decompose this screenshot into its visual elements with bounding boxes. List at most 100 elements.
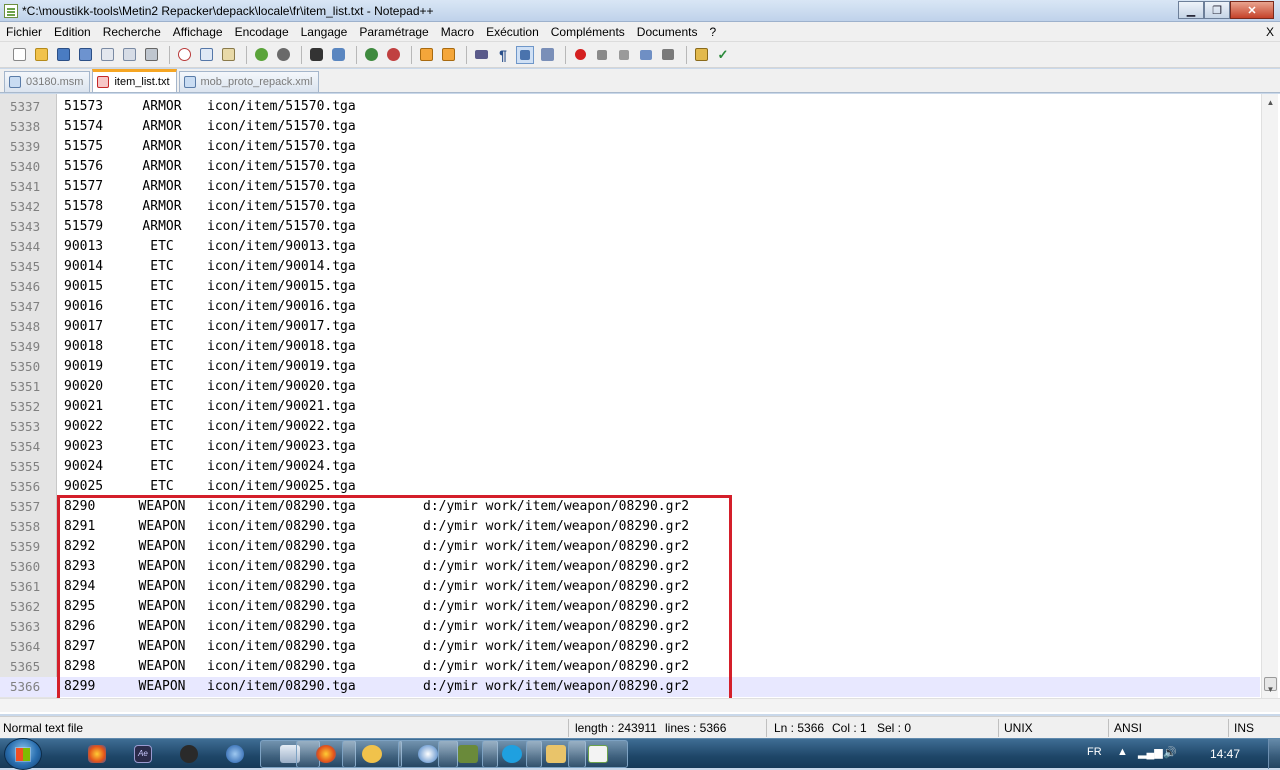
indent-guide-icon[interactable] (516, 45, 534, 64)
word-wrap-icon[interactable] (472, 46, 490, 64)
copy-icon[interactable] (197, 46, 215, 64)
new-icon[interactable] (10, 46, 28, 64)
close-window-button[interactable]: ✕ (1230, 1, 1274, 19)
editor-line[interactable]: 5362 8295 WEAPON icon/item/08290.tga d:/ymir… (0, 597, 1260, 617)
editor-line[interactable]: 5347 90016 ETC icon/item/90016.tga (0, 297, 1260, 317)
clock[interactable]: 14:47 (1210, 747, 1240, 761)
play-macro-icon[interactable] (615, 46, 633, 64)
editor-line[interactable]: 5348 90017 ETC icon/item/90017.tga (0, 317, 1260, 337)
editor-line[interactable]: 5365 8298 WEAPON icon/item/08290.tga d:/ymir… (0, 657, 1260, 677)
editor-line[interactable]: 5351 90020 ETC icon/item/90020.tga (0, 377, 1260, 397)
notepadpp-app-icon[interactable] (4, 3, 18, 18)
editor-line[interactable]: 5363 8296 WEAPON icon/item/08290.tga d:/ymir… (0, 617, 1260, 637)
plugin-icon[interactable] (692, 46, 710, 64)
item-type: ARMOR (142, 179, 182, 194)
tab-item-list-txt[interactable]: item_list.txt (92, 69, 177, 92)
run-macro-multiple-icon[interactable] (637, 46, 655, 64)
menu-parametrage[interactable]: Paramétrage (353, 22, 434, 42)
editor-line[interactable]: 5366 8299 WEAPON icon/item/08290.tga d:/ymir… (0, 677, 1260, 697)
replace-icon[interactable] (329, 46, 347, 64)
editor-line[interactable]: 5360 8293 WEAPON icon/item/08290.tga d:/ymir… (0, 557, 1260, 577)
editor-line[interactable]: 5340 51576 ARMOR icon/item/51570.tga (0, 157, 1260, 177)
browser-globe-icon[interactable] (222, 741, 248, 767)
menu-complements[interactable]: Compléments (545, 22, 631, 42)
editor-line[interactable]: 5349 90018 ETC icon/item/90018.tga (0, 337, 1260, 357)
user-lang-icon[interactable] (538, 46, 556, 64)
redo-icon[interactable] (274, 46, 292, 64)
network-signal-icon[interactable]: ▂▄▆ (1138, 746, 1163, 759)
print-icon[interactable] (142, 46, 160, 64)
editor-line[interactable]: 5345 90014 ETC icon/item/90014.tga (0, 257, 1260, 277)
start-button[interactable] (4, 738, 42, 770)
editor-line[interactable]: 5338 51574 ARMOR icon/item/51570.tga (0, 117, 1260, 137)
editor-line[interactable]: 5350 90019 ETC icon/item/90019.tga (0, 357, 1260, 377)
editor-line[interactable]: 5357 8290 WEAPON icon/item/08290.tga d:/ymir… (0, 497, 1260, 517)
sync-v-icon[interactable] (417, 46, 435, 64)
editor-line[interactable]: 5337 51573 ARMOR icon/item/51570.tga (0, 97, 1260, 117)
language-indicator[interactable]: FR (1087, 746, 1102, 758)
firefox-icon[interactable] (84, 741, 110, 767)
editor-line[interactable]: 5358 8291 WEAPON icon/item/08290.tga d:/ymir… (0, 517, 1260, 537)
save-macro-icon[interactable] (659, 46, 677, 64)
editor-line[interactable]: 5356 90025 ETC icon/item/90025.tga (0, 477, 1260, 497)
stop-record-icon[interactable] (593, 46, 611, 64)
menu-encodage[interactable]: Encodage (229, 22, 295, 42)
zoom-out-icon[interactable] (384, 46, 402, 64)
scroll-up-icon[interactable]: ▲ (1262, 94, 1279, 111)
minimize-button[interactable]: ▁ (1178, 1, 1204, 19)
editor-line[interactable]: 5339 51575 ARMOR icon/item/51570.tga (0, 137, 1260, 157)
menu-affichage[interactable]: Affichage (167, 22, 229, 42)
close-all-icon[interactable] (120, 46, 138, 64)
save-icon[interactable] (54, 46, 72, 64)
menu-edition[interactable]: Edition (48, 22, 97, 42)
media-player-icon[interactable] (176, 741, 202, 767)
editor-line[interactable]: 5364 8297 WEAPON icon/item/08290.tga d:/ymir… (0, 637, 1260, 657)
cut-icon[interactable] (175, 46, 193, 64)
menu-macro[interactable]: Macro (435, 22, 480, 42)
line-number: 5364 (10, 639, 41, 654)
show-hidden-icons-icon[interactable]: ▲ (1117, 746, 1128, 758)
menu-help[interactable]: ? (704, 22, 723, 42)
find-icon[interactable] (307, 46, 325, 64)
spell-check-icon[interactable]: ✓ (714, 46, 732, 64)
menu-langage[interactable]: Langage (295, 22, 354, 42)
scroll-down-icon[interactable]: ▼ (1262, 681, 1279, 698)
vertical-scrollbar[interactable]: ▲ ▼ (1261, 94, 1278, 698)
close-icon[interactable] (98, 46, 116, 64)
volume-icon[interactable]: 🔊 (1163, 746, 1177, 759)
taskbar-app-explorer-star[interactable] (342, 740, 402, 768)
editor-line[interactable]: 5359 8292 WEAPON icon/item/08290.tga d:/ymir… (0, 537, 1260, 557)
editor-line[interactable]: 5346 90015 ETC icon/item/90015.tga (0, 277, 1260, 297)
show-desktop-button[interactable] (1268, 739, 1280, 769)
text-editor[interactable]: 5337 51573 ARMOR icon/item/51570.tga 5338 515… (0, 94, 1280, 714)
paste-icon[interactable] (219, 46, 237, 64)
editor-line[interactable]: 5341 51577 ARMOR icon/item/51570.tga (0, 177, 1260, 197)
menu-execution[interactable]: Exécution (480, 22, 545, 42)
editor-line[interactable]: 5342 51578 ARMOR icon/item/51570.tga (0, 197, 1260, 217)
record-macro-icon[interactable] (571, 46, 589, 64)
tab-03180-msm[interactable]: 03180.msm (4, 71, 91, 92)
editor-line[interactable]: 5361 8294 WEAPON icon/item/08290.tga d:/ymir… (0, 577, 1260, 597)
zoom-in-icon[interactable] (362, 46, 380, 64)
sync-h-icon[interactable] (439, 46, 457, 64)
editor-line[interactable]: 5355 90024 ETC icon/item/90024.tga (0, 457, 1260, 477)
tab-mob-proto-repack-xml[interactable]: mob_proto_repack.xml (178, 71, 320, 92)
editor-line[interactable]: 5354 90023 ETC icon/item/90023.tga (0, 437, 1260, 457)
after-effects-icon[interactable]: Ae (130, 741, 156, 767)
item-icon-path: icon/item/90014.tga (207, 259, 356, 274)
restore-button[interactable]: ❐ (1204, 1, 1230, 19)
editor-line[interactable]: 5352 90021 ETC icon/item/90021.tga (0, 397, 1260, 417)
undo-icon[interactable] (252, 46, 270, 64)
editor-line[interactable]: 5343 51579 ARMOR icon/item/51570.tga (0, 217, 1260, 237)
close-document-button[interactable]: X (1266, 22, 1274, 42)
open-icon[interactable] (32, 46, 50, 64)
menu-fichier[interactable]: Fichier (0, 22, 48, 42)
editor-line[interactable]: 5353 90022 ETC icon/item/90022.tga (0, 417, 1260, 437)
show-all-chars-icon[interactable]: ¶ (494, 46, 512, 64)
menu-documents[interactable]: Documents (631, 22, 704, 42)
horizontal-scrollbar[interactable] (0, 698, 1280, 712)
menu-recherche[interactable]: Recherche (97, 22, 167, 42)
editor-line[interactable]: 5344 90013 ETC icon/item/90013.tga (0, 237, 1260, 257)
save-all-icon[interactable] (76, 46, 94, 64)
taskbar-app-notepadpp[interactable] (568, 740, 628, 768)
